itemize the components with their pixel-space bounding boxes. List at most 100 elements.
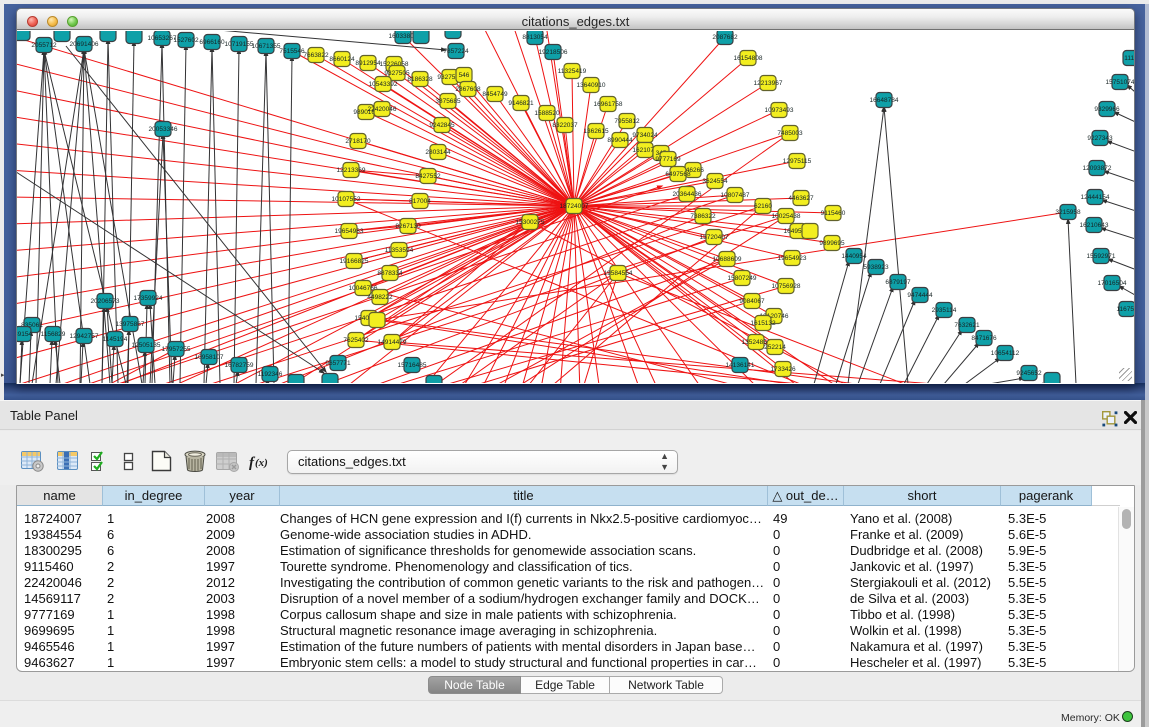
svg-text:1112: 1112 [1124,55,1134,62]
svg-text:16782759: 16782759 [225,362,254,369]
svg-text:7955812: 7955812 [614,118,640,125]
svg-text:7632621: 7632621 [954,322,980,329]
svg-text:7485003: 7485003 [777,130,803,137]
svg-text:10756928: 10756928 [772,283,801,290]
svg-text:15720407: 15720407 [700,234,729,241]
svg-text:12505135: 12505135 [132,342,161,349]
svg-text:17359924: 17359924 [134,295,163,302]
svg-text:8912954: 8912954 [355,60,381,67]
svg-text:1192346: 1192346 [258,371,283,378]
svg-text:2803144: 2803144 [425,149,451,156]
svg-text:9899695: 9899695 [819,240,845,247]
svg-text:7857224: 7857224 [443,48,469,55]
svg-text:19654983: 19654983 [335,228,364,235]
svg-text:9474444: 9474444 [907,292,933,299]
svg-text:4498222: 4498222 [367,294,393,301]
svg-text:8186328: 8186328 [407,76,433,83]
svg-text:10543392: 10543392 [369,81,398,88]
svg-text:12213967: 12213967 [754,80,783,87]
svg-text:17957255: 17957255 [162,346,191,353]
svg-text:19218506: 19218506 [539,49,568,56]
svg-text:(x): (x) [255,457,268,469]
svg-text:39154: 39154 [17,331,32,338]
svg-text:20364436: 20364436 [673,191,702,198]
svg-text:18724007: 18724007 [560,203,589,210]
svg-text:16154808: 16154808 [734,55,763,62]
svg-text:6879197: 6879197 [885,279,911,286]
svg-text:10671355: 10671355 [252,43,281,50]
svg-text:1145194: 1145194 [103,336,128,343]
svg-text:9777169: 9777169 [655,156,681,163]
svg-text:20053346: 20053346 [149,126,178,133]
svg-text:9146821: 9146821 [508,100,534,107]
svg-text:12213369: 12213369 [337,167,366,174]
svg-text:8813054: 8813054 [522,34,548,41]
svg-text:6966160: 6966160 [199,39,225,46]
svg-text:2867608: 2867608 [455,86,481,93]
svg-text:15716485: 15716485 [398,362,427,369]
svg-text:7663822: 7663822 [303,52,329,59]
svg-text:10107552: 10107552 [332,196,361,203]
svg-text:1588520: 1588520 [534,110,560,117]
svg-text:7386322: 7386322 [690,213,716,220]
svg-text:9115460: 9115460 [821,210,846,217]
svg-text:14914479: 14914479 [378,339,407,346]
svg-text:1733426: 1733426 [770,366,796,373]
svg-text:6497568: 6497568 [665,171,691,178]
svg-text:7515546: 7515546 [279,48,305,55]
svg-text:3624554: 3624554 [702,178,728,185]
svg-text:10025438: 10025438 [772,213,801,220]
svg-text:1527602: 1527602 [173,37,199,44]
svg-text:8878334: 8878334 [377,270,403,277]
svg-text:12444154: 12444154 [1081,194,1110,201]
svg-text:9242845: 9242845 [429,122,455,129]
svg-text:15751074: 15751074 [1106,79,1134,86]
svg-text:8322037: 8322037 [552,122,578,129]
svg-text:8454749: 8454749 [482,91,508,98]
svg-text:3875685: 3875685 [435,98,461,105]
svg-text:9084067: 9084067 [739,298,765,305]
svg-text:252214: 252214 [764,344,786,351]
svg-text:12093872: 12093872 [1083,165,1112,172]
svg-text:9329966: 9329966 [1094,106,1120,113]
svg-text:9227343: 9227343 [1087,135,1113,142]
svg-text:10973493: 10973493 [765,107,794,114]
svg-text:10807487: 10807487 [721,192,750,199]
svg-text:9657771: 9657771 [325,360,351,367]
svg-text:8267130: 8267130 [395,223,421,230]
svg-text:3215958: 3215958 [1055,209,1081,216]
svg-text:1362615: 1362615 [583,128,609,135]
svg-text:817004: 817004 [409,198,431,205]
svg-text:12975115: 12975115 [783,158,812,165]
svg-text:9734024: 9734024 [632,132,658,139]
svg-text:13975867: 13975867 [116,321,145,328]
svg-text:116753: 116753 [1116,306,1134,313]
svg-text:11325419: 11325419 [558,68,587,75]
svg-text:19166825: 19166825 [340,258,369,265]
svg-text:10688609: 10688609 [713,256,742,263]
svg-text:19654923: 19654923 [778,255,807,262]
svg-text:1156829: 1156829 [41,331,66,338]
svg-text:10958107: 10958107 [195,354,224,361]
svg-text:7625402: 7625402 [343,337,369,344]
svg-text:8471676: 8471676 [971,335,997,342]
svg-text:1440954: 1440954 [841,253,867,260]
svg-text:8427552: 8427552 [415,173,441,180]
svg-text:16648784: 16648784 [870,97,899,104]
svg-text:2718170: 2718170 [345,138,371,145]
svg-text:20691406: 20691406 [70,41,99,48]
svg-text:11353594: 11353594 [385,247,414,254]
svg-text:9245652: 9245652 [1016,370,1042,377]
svg-text:2087682: 2087682 [712,34,738,41]
svg-text:14136141: 14136141 [726,362,755,369]
svg-text:20206573: 20206573 [91,298,120,305]
svg-text:62160: 62160 [754,203,772,210]
svg-text:12942757: 12942757 [70,333,99,340]
svg-text:15300275: 15300275 [516,219,545,226]
svg-text:17016504: 17016504 [1098,280,1127,287]
svg-text:16961758: 16961758 [594,101,623,108]
svg-text:19584554: 19584554 [604,270,633,277]
svg-text:546: 546 [459,72,470,79]
svg-text:8990444: 8990444 [607,137,633,144]
svg-text:16210643: 16210643 [1080,222,1109,229]
